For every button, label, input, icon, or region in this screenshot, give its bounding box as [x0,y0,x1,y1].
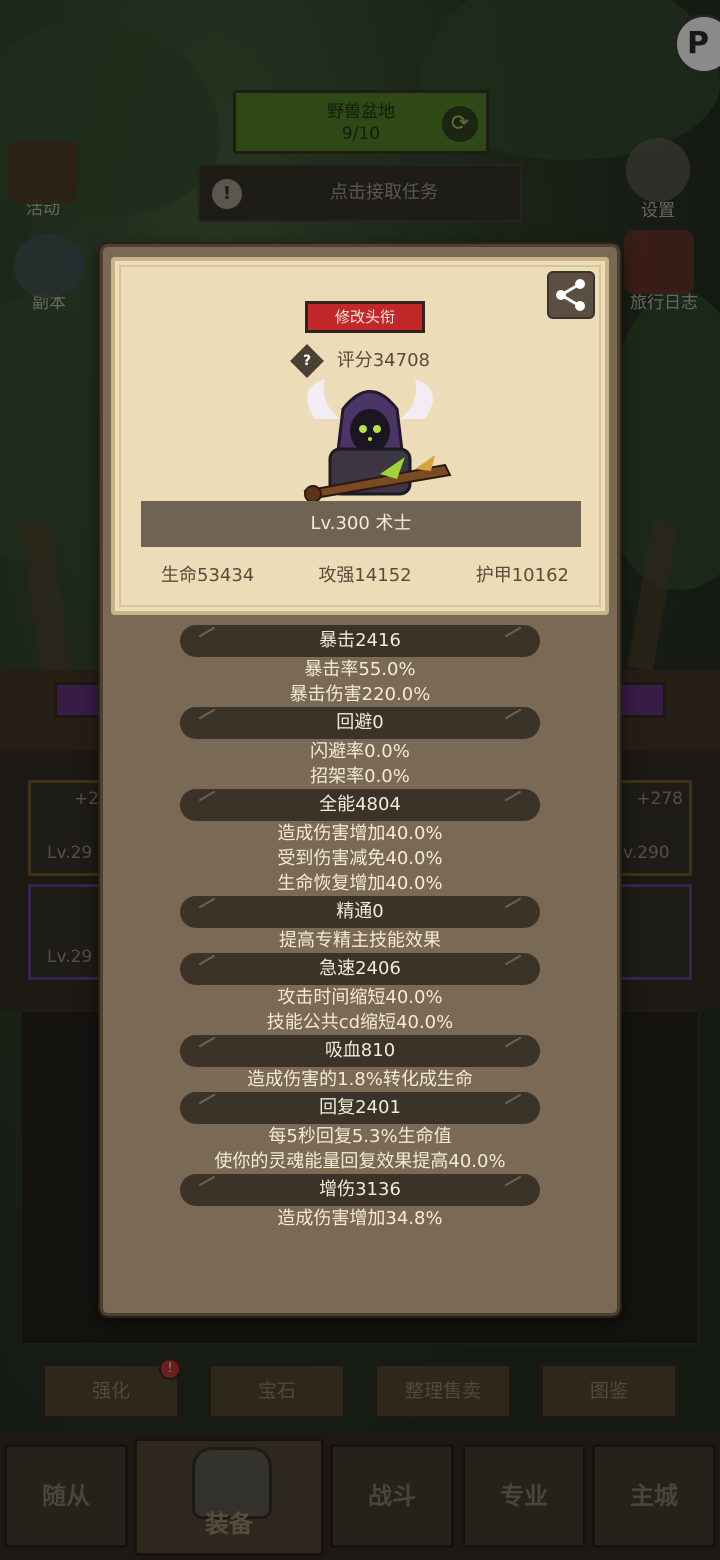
attribute-group-crit: 暴击2416 暴击率55.0% 暴击伤害220.0% [103,625,617,707]
attribute-detail: 造成伤害的1.8%转化成生命 [247,1069,473,1090]
attribute-detail: 提高专精主技能效果 [279,930,441,951]
character-card: 修改头衔 ? 评分34708 Lv.300 术士 生命53434 攻强14152… [111,257,609,615]
attribute-detail: 招架率0.0% [310,766,410,787]
attribute-group-haste: 急速2406 攻击时间缩短40.0% 技能公共cd缩短40.0% [103,953,617,1035]
attribute-group-versatility: 全能4804 造成伤害增加40.0% 受到伤害减免40.0% 生命恢复增加40.… [103,789,617,896]
attribute-detail: 攻击时间缩短40.0% [277,987,443,1008]
attribute-detail: 闪避率0.0% [310,741,410,762]
attribute-group-damage-bonus: 增伤3136 造成伤害增加34.8% [103,1174,617,1231]
attribute-header: 吸血810 [180,1035,540,1067]
attribute-header: 全能4804 [180,789,540,821]
attribute-header: 增伤3136 [180,1174,540,1206]
help-icon[interactable]: ? [290,344,324,378]
attribute-detail: 暴击率55.0% [304,659,416,680]
core-stats-row: 生命53434 攻强14152 护甲10162 [135,561,595,587]
score-value: 评分34708 [336,350,430,371]
attribute-header: 急速2406 [180,953,540,985]
attribute-detail: 造成伤害增加40.0% [277,823,443,844]
attribute-header: 回复2401 [180,1092,540,1124]
share-icon [556,279,585,311]
share-button[interactable] [547,271,595,319]
attribute-group-mastery: 精通0 提高专精主技能效果 [103,896,617,953]
attribute-list: 暴击2416 暴击率55.0% 暴击伤害220.0% 回避0 闪避率0.0% 招… [103,625,617,1231]
attack-power-stat: 攻强14152 [318,565,412,586]
attribute-header: 暴击2416 [180,625,540,657]
hp-stat: 生命53434 [161,565,255,586]
attribute-group-leech: 吸血810 造成伤害的1.8%转化成生命 [103,1035,617,1092]
attribute-group-avoidance: 回避0 闪避率0.0% 招架率0.0% [103,707,617,789]
attribute-detail: 造成伤害增加34.8% [277,1208,443,1229]
attribute-group-regen: 回复2401 每5秒回复5.3%生命值 使你的灵魂能量回复效果提高40.0% [103,1092,617,1174]
attribute-header: 精通0 [180,896,540,928]
character-stats-panel: 修改头衔 ? 评分34708 Lv.300 术士 生命53434 攻强14152… [100,244,620,1316]
score-row: ? 评分34708 [290,344,430,378]
change-title-button[interactable]: 修改头衔 [305,301,425,333]
attribute-header: 回避0 [180,707,540,739]
attribute-detail: 使你的灵魂能量回复效果提高40.0% [214,1151,506,1172]
warlock-character-image [303,379,452,503]
level-class-banner: Lv.300 术士 [141,501,581,547]
attribute-detail: 生命恢复增加40.0% [277,873,443,894]
attribute-detail: 每5秒回复5.3%生命值 [268,1126,452,1147]
attribute-detail: 暴击伤害220.0% [289,684,431,705]
attribute-detail: 技能公共cd缩短40.0% [266,1012,454,1033]
armor-stat: 护甲10162 [475,565,569,586]
attribute-detail: 受到伤害减免40.0% [277,848,443,869]
